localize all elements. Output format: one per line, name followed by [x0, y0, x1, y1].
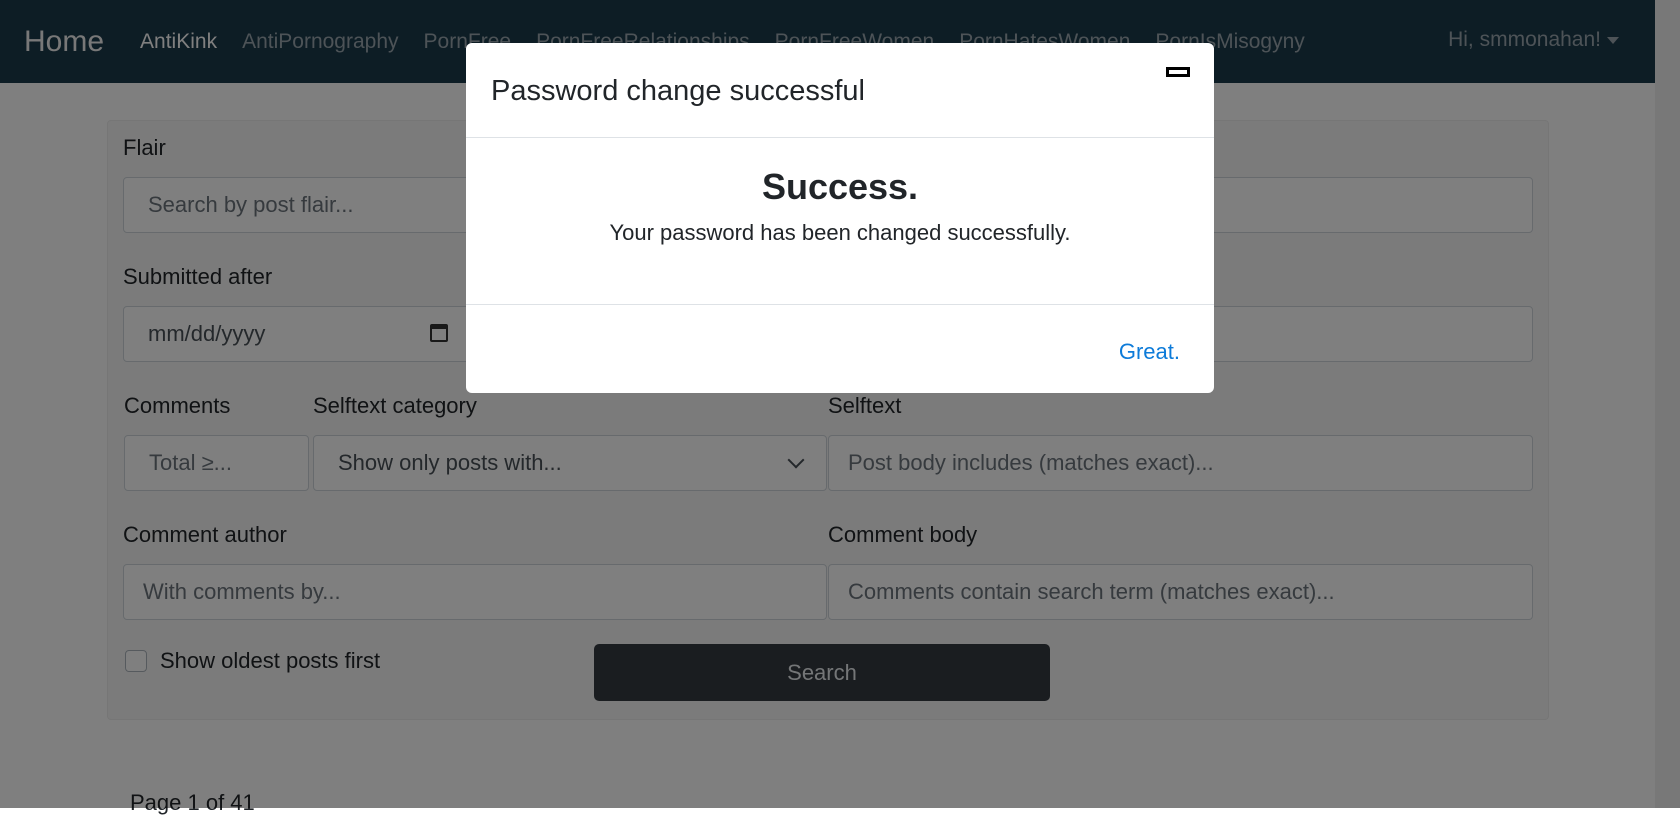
- modal-title: Password change successful: [491, 75, 865, 107]
- close-icon[interactable]: [1166, 67, 1190, 77]
- password-success-modal: Password change successful Success. Your…: [466, 43, 1214, 393]
- success-message: Your password has been changed successfu…: [609, 220, 1071, 245]
- modal-body: Success. Your password has been changed …: [466, 138, 1214, 305]
- success-heading: Success.: [761, 166, 919, 207]
- modal-header: Password change successful: [466, 43, 1214, 138]
- great-confirm-button[interactable]: Great.: [1119, 339, 1180, 365]
